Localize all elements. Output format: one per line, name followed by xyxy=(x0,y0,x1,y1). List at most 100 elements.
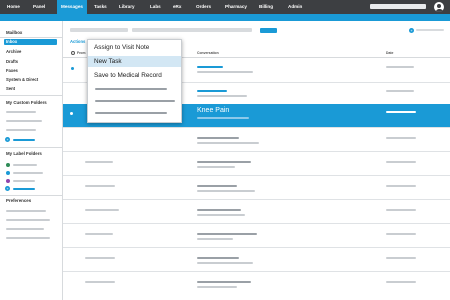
row-date xyxy=(386,209,416,211)
column-header-date[interactable]: Date xyxy=(386,51,393,55)
table-row[interactable] xyxy=(63,224,450,248)
add-label-link[interactable] xyxy=(13,188,35,190)
add-label-icon[interactable]: + xyxy=(5,186,10,191)
menu-item-assign-visit-note[interactable]: Assign to Visit Note xyxy=(88,42,181,53)
nav-pharmacy[interactable]: Pharmacy xyxy=(225,0,247,14)
table-row[interactable] xyxy=(63,128,450,152)
row-sender xyxy=(85,233,113,235)
nav-billing[interactable]: Billing xyxy=(259,0,273,14)
label-folder-item[interactable] xyxy=(13,180,35,182)
row-subject xyxy=(197,90,227,92)
row-preview xyxy=(197,71,253,73)
row-subject xyxy=(197,185,237,187)
sidebar-divider xyxy=(0,95,63,96)
row-subject xyxy=(197,257,239,259)
row-preview xyxy=(197,214,245,216)
sidebar-item-system-direct[interactable]: System & Direct xyxy=(6,77,38,82)
nav-erx[interactable]: eRx xyxy=(173,0,181,14)
sidebar-item-archive[interactable]: Archive xyxy=(6,49,21,54)
preference-item[interactable] xyxy=(6,237,50,239)
preference-item[interactable] xyxy=(6,210,46,212)
row-preview xyxy=(197,117,249,119)
nav-orders[interactable]: Orders xyxy=(196,0,211,14)
row-preview xyxy=(197,95,247,97)
nav-labs[interactable]: Labs xyxy=(150,0,161,14)
menu-item-new-task[interactable]: New Task xyxy=(88,56,181,67)
table-row[interactable] xyxy=(63,152,450,176)
row-date xyxy=(386,185,416,187)
row-subject xyxy=(197,281,251,283)
row-subject xyxy=(197,137,239,139)
table-row[interactable] xyxy=(63,200,450,224)
row-date xyxy=(386,281,416,283)
table-row[interactable] xyxy=(63,272,450,300)
sidebar-item-faxes[interactable]: Faxes xyxy=(6,68,18,73)
actions-context-menu: Assign to Visit Note New Task Save to Me… xyxy=(87,39,182,123)
add-folder-icon[interactable]: + xyxy=(5,137,10,142)
top-nav-bar: Home Panel Messages Tasks Library Labs e… xyxy=(0,0,450,14)
menu-item-placeholder[interactable] xyxy=(95,112,167,114)
preference-item[interactable] xyxy=(6,219,50,221)
row-preview xyxy=(197,190,255,192)
nav-panel[interactable]: Panel xyxy=(33,0,45,14)
add-folder-link[interactable] xyxy=(13,139,35,141)
table-row[interactable] xyxy=(63,176,450,200)
row-sender xyxy=(85,185,115,187)
row-preview xyxy=(197,238,233,240)
column-header-conversation[interactable]: Conversation xyxy=(197,51,219,55)
select-all-checkbox[interactable] xyxy=(71,51,75,55)
row-date xyxy=(386,257,416,259)
label-folders-title: My Label Folders xyxy=(6,151,42,156)
row-subject xyxy=(197,209,241,211)
mailbox-sidebar: Mailbox Inbox Archive Drafts Faxes Syste… xyxy=(0,21,63,300)
toolbar-search-input[interactable] xyxy=(132,28,252,32)
row-preview xyxy=(197,166,235,168)
table-row[interactable] xyxy=(63,248,450,272)
toolbar-add-link[interactable] xyxy=(416,29,444,31)
row-subject xyxy=(197,66,223,68)
row-sender xyxy=(85,281,115,283)
label-folder-item[interactable] xyxy=(13,164,37,166)
avatar-head-shape xyxy=(437,4,441,8)
preference-item[interactable] xyxy=(6,228,44,230)
row-preview xyxy=(197,262,253,264)
custom-folder-item[interactable] xyxy=(6,120,42,122)
user-avatar-icon[interactable] xyxy=(434,2,444,12)
avatar-body-shape xyxy=(435,8,443,12)
menu-item-placeholder[interactable] xyxy=(95,100,175,102)
sidebar-item-drafts[interactable]: Drafts xyxy=(6,59,18,64)
custom-folder-item[interactable] xyxy=(6,129,36,131)
actions-dropdown[interactable]: Actions xyxy=(70,39,85,44)
nav-admin[interactable]: Admin xyxy=(288,0,302,14)
nav-home[interactable]: Home xyxy=(7,0,20,14)
nav-messages[interactable]: Messages xyxy=(57,0,87,14)
nav-tasks[interactable]: Tasks xyxy=(94,0,107,14)
sidebar-divider xyxy=(0,37,63,38)
label-color-dot xyxy=(6,163,10,167)
row-preview xyxy=(197,286,237,288)
row-date xyxy=(386,111,416,113)
custom-folders-title: My Custom Folders xyxy=(6,100,47,105)
sidebar-item-inbox[interactable]: Inbox xyxy=(4,39,57,45)
row-date xyxy=(386,161,416,163)
mailbox-title: Mailbox xyxy=(6,30,23,35)
row-sender xyxy=(85,161,113,163)
row-subject: Knee Pain xyxy=(197,107,230,114)
toolbar-search-button[interactable] xyxy=(260,28,277,33)
global-search-input[interactable] xyxy=(370,4,426,9)
row-date xyxy=(386,233,416,235)
toolbar-filter[interactable] xyxy=(70,28,128,32)
menu-item-save-medical-record[interactable]: Save to Medical Record xyxy=(88,70,181,81)
row-date xyxy=(386,90,414,92)
menu-item-placeholder[interactable] xyxy=(95,88,167,90)
row-date xyxy=(386,137,416,139)
toolbar-add-icon[interactable]: + xyxy=(409,28,414,33)
custom-folder-item[interactable] xyxy=(6,111,36,113)
row-date xyxy=(386,66,414,68)
label-folder-item[interactable] xyxy=(13,172,43,174)
column-header-from[interactable]: From xyxy=(77,51,85,55)
preferences-title: Preferences xyxy=(6,198,32,203)
nav-library[interactable]: Library xyxy=(119,0,135,14)
sidebar-item-sent[interactable]: Sent xyxy=(6,86,15,91)
row-sender xyxy=(85,209,119,211)
